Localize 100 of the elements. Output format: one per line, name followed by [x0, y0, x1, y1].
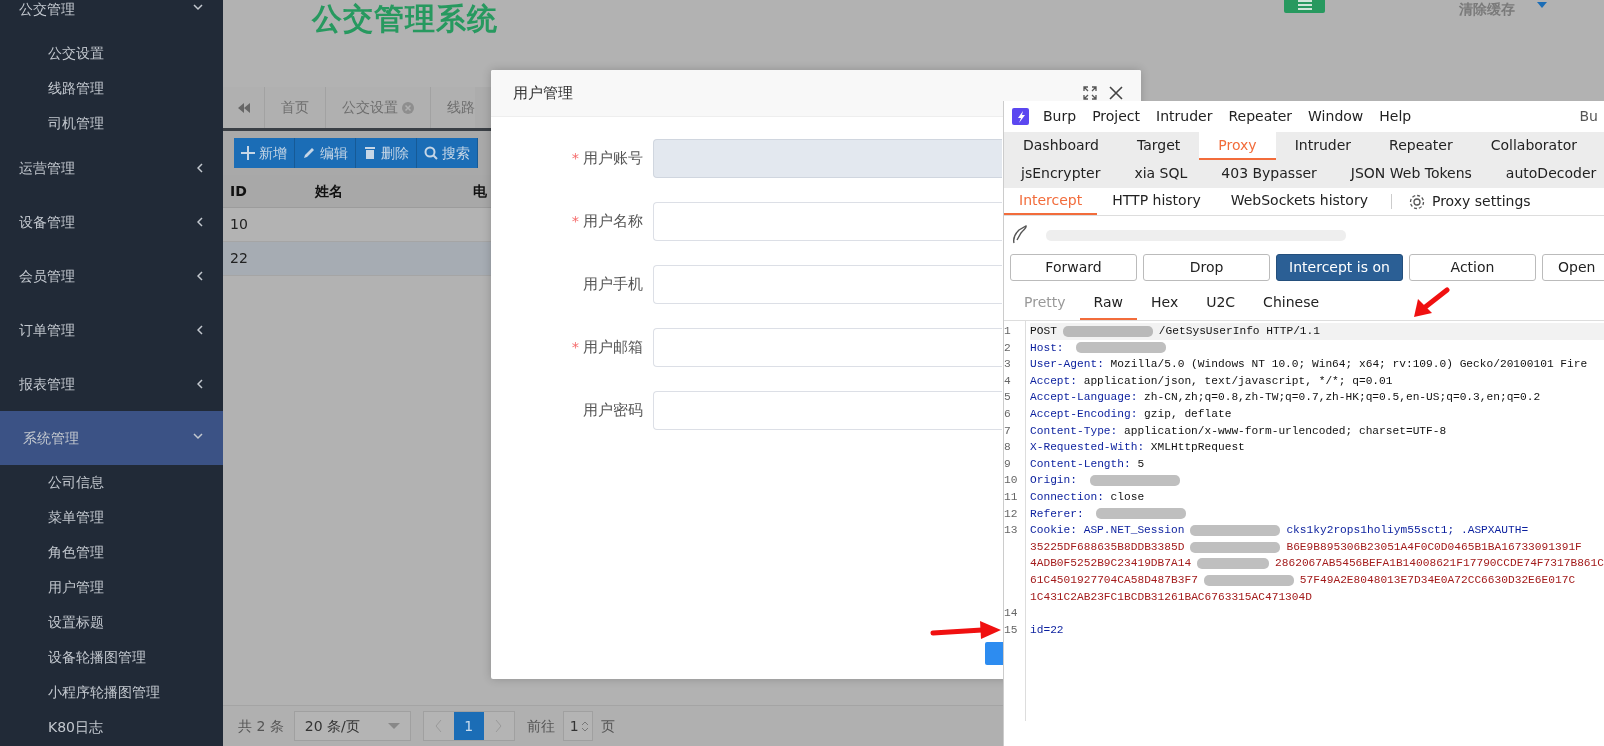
chevron-icon: [197, 217, 203, 227]
proxy-settings-button[interactable]: Proxy settings: [1399, 188, 1531, 215]
code-text: gzip, deflate: [1144, 406, 1232, 422]
spinner-icon: [580, 720, 589, 732]
code-text: 35225DF688635B8DDB3385D: [1030, 539, 1185, 555]
dialog-button[interactable]: [985, 642, 1003, 665]
goto-page-field[interactable]: 1: [562, 711, 593, 741]
tab[interactable]: HTTP history: [1097, 188, 1216, 215]
menu-button[interactable]: [1284, 0, 1325, 13]
line-number: 13: [1004, 523, 1018, 539]
chevron-right-icon: [495, 720, 503, 732]
sidebar-item[interactable]: 司机管理: [0, 106, 223, 141]
sidebar-group[interactable]: 会员管理: [0, 249, 223, 303]
maximize-icon[interactable]: [1083, 86, 1097, 100]
tab[interactable]: autoDecoder: [1488, 160, 1604, 188]
tab[interactable]: WebSockets history: [1215, 188, 1383, 215]
input-field[interactable]: [653, 202, 1002, 241]
sidebar-item[interactable]: 小程序轮播图管理: [0, 675, 223, 710]
sidebar-group[interactable]: 设备管理: [0, 195, 223, 249]
toolbar-button[interactable]: Action: [1409, 254, 1536, 281]
tab[interactable]: Intruder: [1275, 132, 1371, 160]
tab[interactable]: Collaborator: [1471, 132, 1596, 160]
annotation-arrow: [930, 620, 1002, 641]
sidebar-group[interactable]: 系统管理: [0, 411, 223, 465]
tab[interactable]: Dashboard: [1004, 132, 1118, 160]
code-text: 1C431C2AB23FC1BCDB31261BAC6763315AC471304D: [1030, 589, 1312, 605]
tab[interactable]: Hex: [1137, 292, 1193, 320]
menu-item[interactable]: Intruder: [1148, 106, 1221, 127]
toolbar-button[interactable]: 新增: [234, 138, 295, 168]
column-header: ID: [229, 181, 248, 201]
sidebar-group[interactable]: 公交管理: [0, 0, 223, 36]
line-number: 12: [1004, 506, 1018, 522]
tab[interactable]: jsEncrypter: [1004, 160, 1118, 188]
toolbar-button[interactable]: Forward: [1010, 254, 1137, 281]
tab[interactable]: Repeater: [1370, 132, 1472, 160]
sidebar-item[interactable]: 公交设置: [0, 36, 223, 71]
sidebar-item[interactable]: 线路管理: [0, 71, 223, 106]
code-text: Host:: [1030, 340, 1064, 356]
input-field[interactable]: [653, 391, 1002, 430]
line-number: 1: [1004, 324, 1011, 339]
code-text: User-Agent:: [1030, 357, 1104, 373]
code-text: Connection:: [1030, 489, 1104, 505]
toolbar-button[interactable]: Open: [1542, 254, 1604, 281]
code-text: /GetSysUserInfo HTTP/1.1: [1158, 324, 1320, 339]
tab[interactable]: Raw: [1079, 292, 1137, 320]
line-number: 14: [1004, 606, 1018, 622]
sidebar-item[interactable]: 用户管理: [0, 570, 223, 605]
sidebar-item[interactable]: 设置标题: [0, 605, 223, 640]
sidebar-item[interactable]: K80日志: [0, 710, 223, 745]
input-field[interactable]: [653, 328, 1002, 367]
trash-icon: [363, 146, 377, 160]
page-size-select[interactable]: 20 条/页: [293, 711, 411, 741]
line-number: 8: [1004, 440, 1011, 456]
code-text: Accept-Language:: [1030, 390, 1138, 406]
chevron-icon: [197, 163, 203, 173]
tab[interactable]: 403 Bypasser: [1204, 160, 1334, 188]
sidebar-group[interactable]: 订单管理: [0, 303, 223, 357]
field-label: 用户手机: [582, 274, 644, 294]
code-text: zh-CN,zh;q=0.8,zh-TW;q=0.7,zh-HK;q=0.5,en-US;q=0.3,en;q=0.2: [1144, 390, 1541, 406]
sidebar-item[interactable]: 角色管理: [0, 535, 223, 570]
tab[interactable]: U2C: [1192, 292, 1250, 320]
chevron-icon: [197, 325, 203, 335]
double-left-icon: [237, 102, 250, 113]
code-text: Origin:: [1030, 473, 1077, 489]
line-number: 15: [1004, 622, 1018, 638]
pencil-icon[interactable]: [1012, 225, 1030, 245]
sidebar-item[interactable]: 菜单管理: [0, 500, 223, 535]
line-number: 10: [1004, 473, 1018, 489]
sidebar-item[interactable]: 设备轮播图管理: [0, 640, 223, 675]
code-text: application/x-www-form-urlencoded; charset=UTF-8: [1123, 423, 1447, 439]
input-field[interactable]: [653, 265, 1002, 304]
field-label: * 用户名称: [570, 211, 644, 231]
toolbar-button[interactable]: Intercept is on: [1276, 254, 1403, 281]
sidebar-group[interactable]: 报表管理: [0, 357, 223, 411]
close-icon[interactable]: [1109, 86, 1123, 100]
sidebar-group[interactable]: 运营管理: [0, 141, 223, 195]
tab[interactable]: Target: [1117, 132, 1200, 160]
table-cell-text: 22: [229, 249, 249, 268]
menu-item[interactable]: Help: [1371, 106, 1420, 127]
line-number: 2: [1004, 340, 1011, 356]
tab[interactable]: Chinese: [1249, 292, 1334, 320]
line-number: 7: [1004, 423, 1011, 439]
caret-icon[interactable]: [1537, 2, 1547, 9]
sidebar-item[interactable]: 公司信息: [0, 465, 223, 500]
chevron-icon: [197, 379, 203, 389]
menu-item[interactable]: Project: [1084, 106, 1149, 127]
code-text: Accept:: [1030, 373, 1077, 389]
line-number: 11: [1004, 489, 1018, 505]
tab[interactable]: JSON Web Tokens: [1333, 160, 1489, 188]
menu-item[interactable]: Burp: [1035, 106, 1085, 127]
total-count: 共 2 条: [238, 716, 284, 736]
scroll-left-button[interactable]: [223, 87, 265, 128]
pencil-icon: [302, 146, 316, 160]
toolbar-button[interactable]: Drop: [1143, 254, 1270, 281]
menu-item[interactable]: Window: [1300, 106, 1372, 127]
code-text: X-Requested-With:: [1030, 440, 1145, 456]
menu-item[interactable]: Repeater: [1220, 106, 1301, 127]
page-button[interactable]: 1: [453, 712, 484, 740]
code-text: Mozilla/5.0 (Windows NT 10.0; Win64; x64; rv:109.0) Gecko/20100101 Fire: [1110, 357, 1588, 373]
tab[interactable]: xia SQL: [1117, 160, 1205, 188]
